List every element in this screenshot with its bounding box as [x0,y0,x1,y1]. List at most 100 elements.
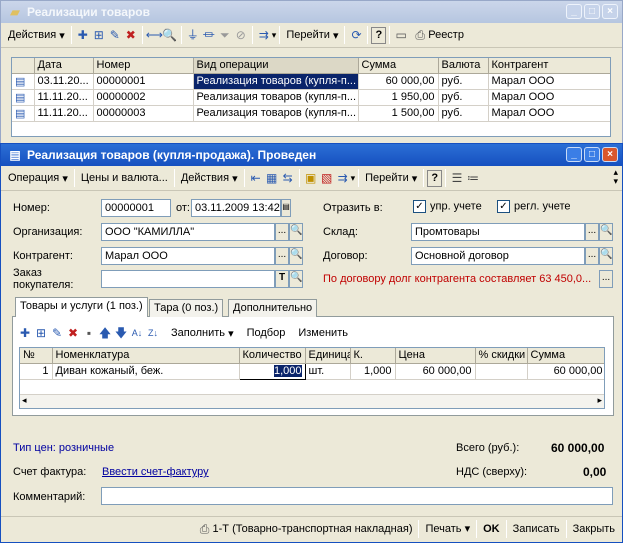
contract-open-button[interactable]: 🔍 [599,247,613,265]
col-header-number[interactable]: Номер [93,58,194,74]
change-button[interactable]: Изменить [295,323,351,343]
copy-row-icon[interactable]: ⊞ [33,325,49,341]
maximize-button[interactable]: □ [584,4,600,19]
end-edit-icon[interactable]: ▪ [81,325,97,341]
table-row[interactable]: ▤ 03.11.20... 00000001 Реализация товаро… [12,73,610,90]
warehouse-open-button[interactable]: 🔍 [599,223,613,241]
contract-field[interactable]: Основной договор [411,247,585,265]
price-type-link[interactable]: Тип цен: розничные [13,442,114,454]
prices-currency-button[interactable]: Цены и валюта... [78,168,171,188]
counterparty-select-button[interactable]: ... [275,247,289,265]
col-header-sum[interactable]: Сумма [358,58,439,74]
warehouse-field[interactable]: Промтовары [411,223,585,241]
unpost-icon[interactable]: ▧ [319,170,335,186]
col-header-operation[interactable]: Вид операции [193,58,359,74]
order-open-button[interactable]: 🔍 [289,270,303,288]
actions-menu-button[interactable]: Действия ▾ [5,25,68,45]
save-button[interactable]: Записать [510,519,563,539]
post-icon[interactable]: ▣ [303,170,319,186]
col-header-n[interactable]: № [20,348,53,364]
col-header-date[interactable]: Дата [34,58,94,74]
col-header-icon[interactable] [12,58,35,74]
col-header-currency[interactable]: Валюта [438,58,489,74]
close-button[interactable]: × [602,147,618,162]
col-header-price[interactable]: Цена [395,348,476,364]
actions-menu-button[interactable]: Действия ▾ [178,168,241,188]
close-doc-button[interactable]: Закрыть [570,519,618,539]
print-icon[interactable]: ▭ [393,27,409,43]
document-flow-icon[interactable]: ▦ [264,170,280,186]
organization-open-button[interactable]: 🔍 [289,223,303,241]
debt-details-button[interactable]: ... [599,270,613,288]
counterparty-field[interactable]: Марал ООО [101,247,275,265]
chevron-down-icon[interactable]: ▾ [351,173,356,184]
scroll-left-icon[interactable]: ◂ [22,395,27,406]
col-header-discount[interactable]: % скидки [475,348,528,364]
close-button[interactable]: × [602,4,618,19]
organization-field[interactable]: ООО "КАМИЛЛА" [101,223,275,241]
horizontal-scrollbar[interactable]: ◂ ▸ [20,394,604,408]
panel-icon[interactable]: ☰ [449,170,465,186]
col-header-item[interactable]: Номенклатура [52,348,240,364]
table-row[interactable]: ▤ 11.11.20... 00000003 Реализация товаро… [12,105,610,122]
warehouse-select-button[interactable]: ... [585,223,599,241]
add-icon[interactable]: ✚ [75,27,91,43]
chevron-down-icon[interactable]: ▾ [272,30,277,41]
filter-icon[interactable]: ⏚ [185,27,201,43]
comment-field[interactable] [101,487,613,505]
list-settings-icon[interactable]: ≔ [465,170,481,186]
edit-icon[interactable]: ✎ [107,27,123,43]
move-up-icon[interactable]: 🡅 [97,325,113,341]
clear-filter-icon[interactable]: ⊘ [233,27,249,43]
mgmt-accounting-checkbox[interactable]: ✓ упр. учете [413,200,482,213]
sort-desc-icon[interactable]: Z↓ [145,325,161,341]
date-field[interactable]: 03.11.2009 13:42:5 [191,199,281,217]
order-field[interactable] [101,270,275,288]
structure-icon[interactable]: ⇆ [280,170,296,186]
ok-button[interactable]: OK [480,519,503,539]
based-on-icon[interactable]: ⇉ [335,170,351,186]
maximize-button[interactable]: □ [584,147,600,162]
refresh-icon[interactable]: ⟳ [348,27,364,43]
col-header-sum[interactable]: Сумма [527,348,604,364]
minimize-button[interactable]: _ [566,4,582,19]
col-header-unit[interactable]: Единица [305,348,351,364]
based-on-icon[interactable]: ⇉ [256,27,272,43]
tab-containers[interactable]: Тара (0 поз.) [149,299,224,317]
help-button[interactable]: ? [371,26,387,44]
scroll-right-icon[interactable]: ▸ [597,395,602,406]
regl-accounting-checkbox[interactable]: ✓ регл. учете [497,200,571,213]
table-row[interactable]: 1 Диван кожаный, беж. 1,000 шт. 1,000 60… [20,362,604,380]
row-qty[interactable]: 1,000 [273,365,302,377]
move-icon[interactable]: ⇤ [248,170,264,186]
tab-additional[interactable]: Дополнительно [228,299,318,317]
order-type-button[interactable]: T [275,270,289,288]
registry-button[interactable]: ⎙ Реестр [409,25,467,45]
filter-list-icon[interactable]: ⏷ [217,27,233,43]
delete-icon[interactable]: ✖ [123,27,139,43]
invoice-link[interactable]: Ввести счет-фактуру [102,466,209,478]
select-button[interactable]: Подбор [244,323,289,343]
goto-menu-button[interactable]: Перейти ▾ [283,25,341,45]
operation-menu-button[interactable]: Операция ▾ [5,168,71,188]
minimize-button[interactable]: _ [566,147,582,162]
goto-menu-button[interactable]: Перейти ▾ [362,168,420,188]
counterparty-open-button[interactable]: 🔍 [289,247,303,265]
edit-row-icon[interactable]: ✎ [49,325,65,341]
calendar-button[interactable]: ▤ [281,199,291,217]
contract-select-button[interactable]: ... [585,247,599,265]
add-row-icon[interactable]: ✚ [17,325,33,341]
row-qty-cell[interactable]: 1,000 [238,362,306,380]
interval-icon[interactable]: ⟷ [146,27,163,43]
delete-row-icon[interactable]: ✖ [65,325,81,341]
filter-value-icon[interactable]: ⏛ [201,27,217,43]
help-button[interactable]: ? [427,169,443,187]
toolbar-overflow-icon[interactable]: ▴ ▾ [613,168,618,186]
organization-select-button[interactable]: ... [275,223,289,241]
find-icon[interactable]: 🔍 [162,27,178,43]
print-ttn-button[interactable]: ⎙ 1-Т (Товарно-транспортная накладная) [194,519,416,539]
col-header-counterparty[interactable]: Контрагент [488,58,610,74]
fill-menu-button[interactable]: Заполнить ▾ [168,323,237,343]
col-header-qty[interactable]: Количество [239,348,306,364]
sort-asc-icon[interactable]: A↓ [129,325,145,341]
